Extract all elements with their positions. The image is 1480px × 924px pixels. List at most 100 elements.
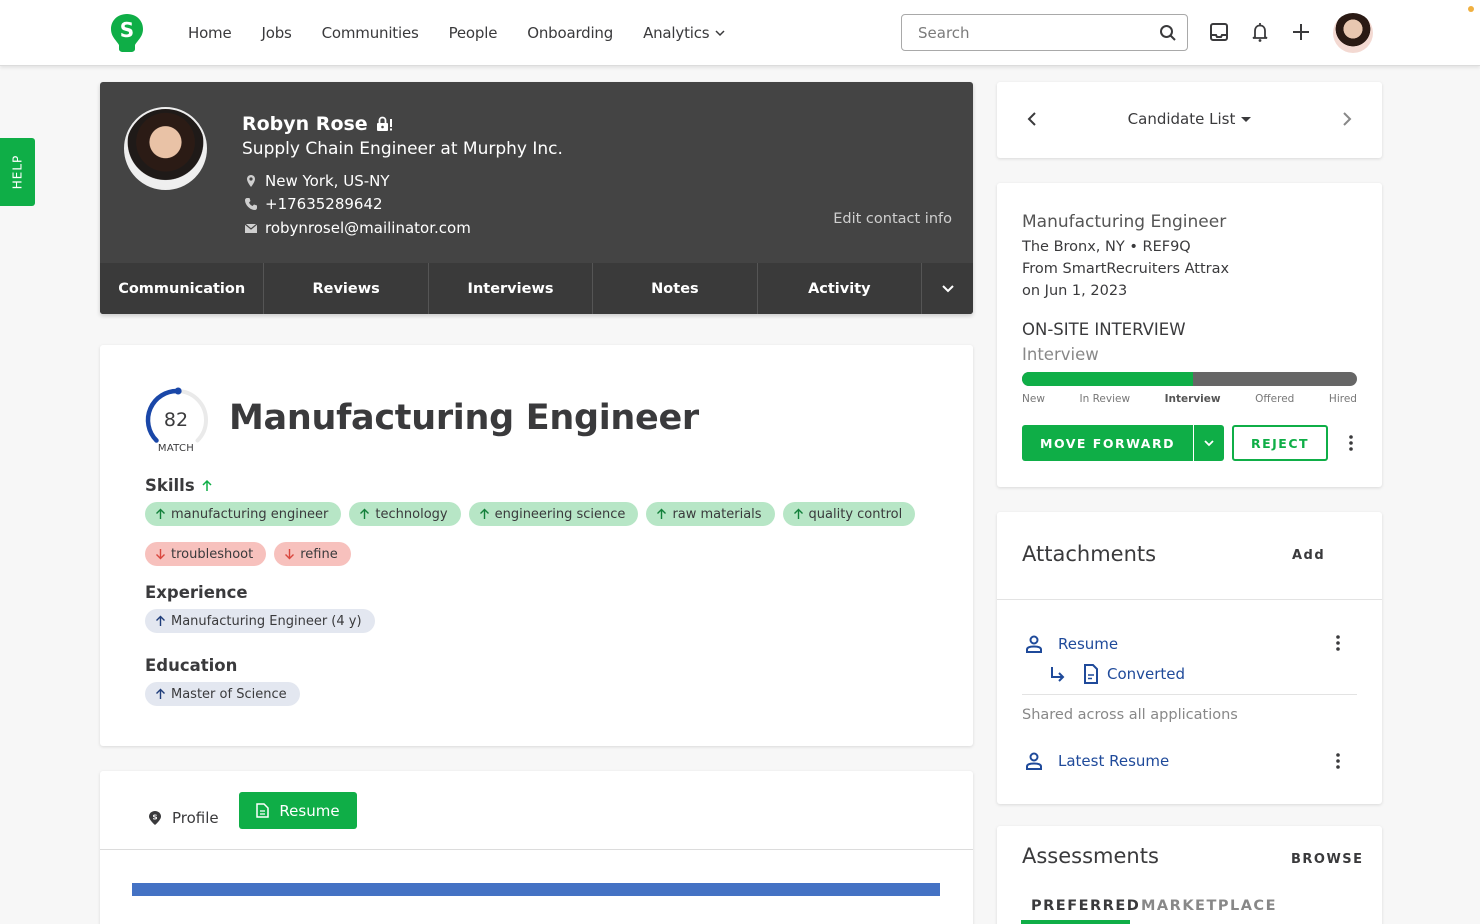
location-pin-icon	[247, 175, 255, 187]
assessments-title: Assessments	[1022, 844, 1159, 868]
lock-alert-icon	[376, 116, 392, 131]
tab-reviews[interactable]: Reviews	[264, 263, 429, 314]
chevron-down-icon	[715, 30, 725, 37]
arrow-up-icon	[156, 688, 165, 699]
svg-text:S: S	[152, 813, 157, 821]
attachment-latest-resume[interactable]: Latest Resume	[1024, 751, 1169, 771]
education-label: Education	[145, 656, 238, 675]
tab-activity[interactable]: Activity	[758, 263, 923, 314]
add-attachment-button[interactable]: Add	[1292, 548, 1325, 563]
tab-profile[interactable]: S Profile	[148, 799, 219, 836]
status-dot	[1468, 6, 1474, 12]
document-icon	[1084, 664, 1098, 684]
nav-communities[interactable]: Communities	[322, 24, 419, 42]
nav-analytics-label: Analytics	[643, 24, 710, 42]
tab-preferred[interactable]: PREFERRED	[1031, 898, 1140, 914]
nav-onboarding[interactable]: Onboarding	[527, 24, 613, 42]
person-icon	[1026, 752, 1042, 770]
more-options-icon[interactable]	[1347, 434, 1355, 452]
attachment-converted-label: Converted	[1107, 665, 1186, 683]
attachment-latest-label: Latest Resume	[1058, 752, 1170, 770]
tab-communication[interactable]: Communication	[100, 263, 265, 314]
stage-subtitle: Interview	[1022, 345, 1099, 364]
divider	[100, 849, 973, 850]
move-forward-button[interactable]: MOVE FORWARD	[1022, 425, 1193, 461]
pipeline-stage-label: Hired	[1328, 393, 1357, 405]
reject-button[interactable]: REJECT	[1232, 425, 1328, 461]
skill-chip: raw materials	[646, 502, 775, 526]
shared-note: Shared across all applications	[1022, 707, 1238, 723]
skill-chip: Master of Science	[145, 682, 300, 706]
smartrecruiters-logo[interactable]: S	[110, 13, 144, 53]
attachment-resume-label: Resume	[1058, 635, 1119, 653]
chevron-down-icon	[1204, 440, 1214, 447]
assessments-card: Assessments BROWSE PREFERRED MARKETPLACE	[997, 826, 1382, 924]
skills-label: Skills	[145, 476, 195, 495]
candidate-headline: Supply Chain Engineer at Murphy Inc.	[242, 139, 563, 159]
nav-analytics[interactable]: Analytics	[643, 24, 725, 42]
more-options-icon[interactable]	[1334, 634, 1342, 652]
match-job-title: Manufacturing Engineer	[229, 398, 699, 438]
resume-label: Resume	[279, 801, 340, 820]
candidate-tabs: Communication Reviews Interviews Notes A…	[100, 263, 973, 314]
search-icon[interactable]	[1159, 24, 1177, 42]
browse-button[interactable]: BROWSE	[1291, 852, 1364, 867]
search-box	[901, 14, 1188, 51]
bell-icon[interactable]	[1249, 21, 1271, 43]
profile-label: Profile	[172, 808, 219, 827]
svg-text:S: S	[120, 18, 134, 42]
inbox-icon[interactable]	[1208, 21, 1230, 43]
tab-interviews[interactable]: Interviews	[429, 263, 594, 314]
job-application-card: Manufacturing Engineer The Bronx, NY • R…	[997, 183, 1382, 487]
top-navigation: S Home Jobs Communities People Onboardin…	[0, 0, 1480, 66]
tab-resume[interactable]: Resume	[239, 792, 357, 829]
job-title[interactable]: Manufacturing Engineer	[1022, 212, 1226, 232]
chevron-right-icon[interactable]	[1340, 110, 1354, 128]
job-source: From SmartRecruiters Attrax	[1022, 261, 1230, 277]
edit-contact-link[interactable]: Edit contact info	[833, 211, 952, 227]
nav-home[interactable]: Home	[188, 24, 232, 42]
candidate-email: robynrosel@mailinator.com	[242, 219, 471, 237]
candidate-name: Robyn Rose	[242, 113, 368, 135]
arrow-up-icon	[657, 508, 667, 519]
chip-label: Master of Science	[171, 686, 287, 702]
nav-jobs[interactable]: Jobs	[262, 24, 292, 42]
tab-marketplace[interactable]: MARKETPLACE	[1141, 898, 1277, 914]
nav-people[interactable]: People	[449, 24, 498, 42]
person-icon	[1026, 635, 1042, 653]
phone-text[interactable]: +17635289642	[265, 195, 383, 213]
skill-chip: Manufacturing Engineer (4 y)	[145, 609, 375, 633]
attachments-card: Attachments Add Resume Converted Shared …	[997, 512, 1382, 804]
user-avatar[interactable]	[1333, 13, 1373, 53]
email-text[interactable]: robynrosel@mailinator.com	[265, 219, 471, 237]
skills-heading: Skills	[145, 476, 213, 495]
arrow-down-icon	[285, 549, 295, 560]
chip-label: troubleshoot	[171, 546, 254, 562]
arrow-up-icon	[479, 508, 489, 519]
move-forward-dropdown[interactable]	[1194, 425, 1224, 461]
help-tab[interactable]: HELP	[0, 138, 35, 206]
attachment-resume[interactable]: Resume	[1024, 634, 1118, 654]
more-options-icon[interactable]	[1334, 752, 1342, 770]
candidate-navigator: Candidate List	[997, 82, 1382, 158]
pipeline-stage-label: Interview	[1164, 393, 1221, 405]
skill-chip: technology	[349, 502, 461, 526]
pipeline-stage-label: Offered	[1255, 393, 1295, 405]
arrow-up-icon	[202, 479, 212, 491]
search-input[interactable]	[902, 15, 1142, 50]
tab-notes[interactable]: Notes	[593, 263, 758, 314]
candidate-list-dropdown[interactable]: Candidate List	[997, 110, 1382, 128]
attachment-converted[interactable]: Converted	[1049, 664, 1185, 684]
arrow-up-icon	[156, 615, 165, 626]
chevron-down-icon	[941, 284, 954, 292]
email-icon	[244, 223, 258, 233]
plus-icon[interactable]	[1290, 21, 1312, 43]
candidate-list-label: Candidate List	[1127, 110, 1236, 128]
skills-chips: manufacturing engineer technology engineer…	[145, 502, 925, 566]
match-label: MATCH	[157, 443, 195, 454]
chip-label: quality control	[808, 506, 903, 522]
profile-pin-icon: S	[149, 810, 161, 825]
candidate-location: New York, US-NY	[242, 172, 390, 190]
tabs-more-button[interactable]	[922, 263, 973, 314]
education-chips: Master of Science	[145, 682, 300, 706]
